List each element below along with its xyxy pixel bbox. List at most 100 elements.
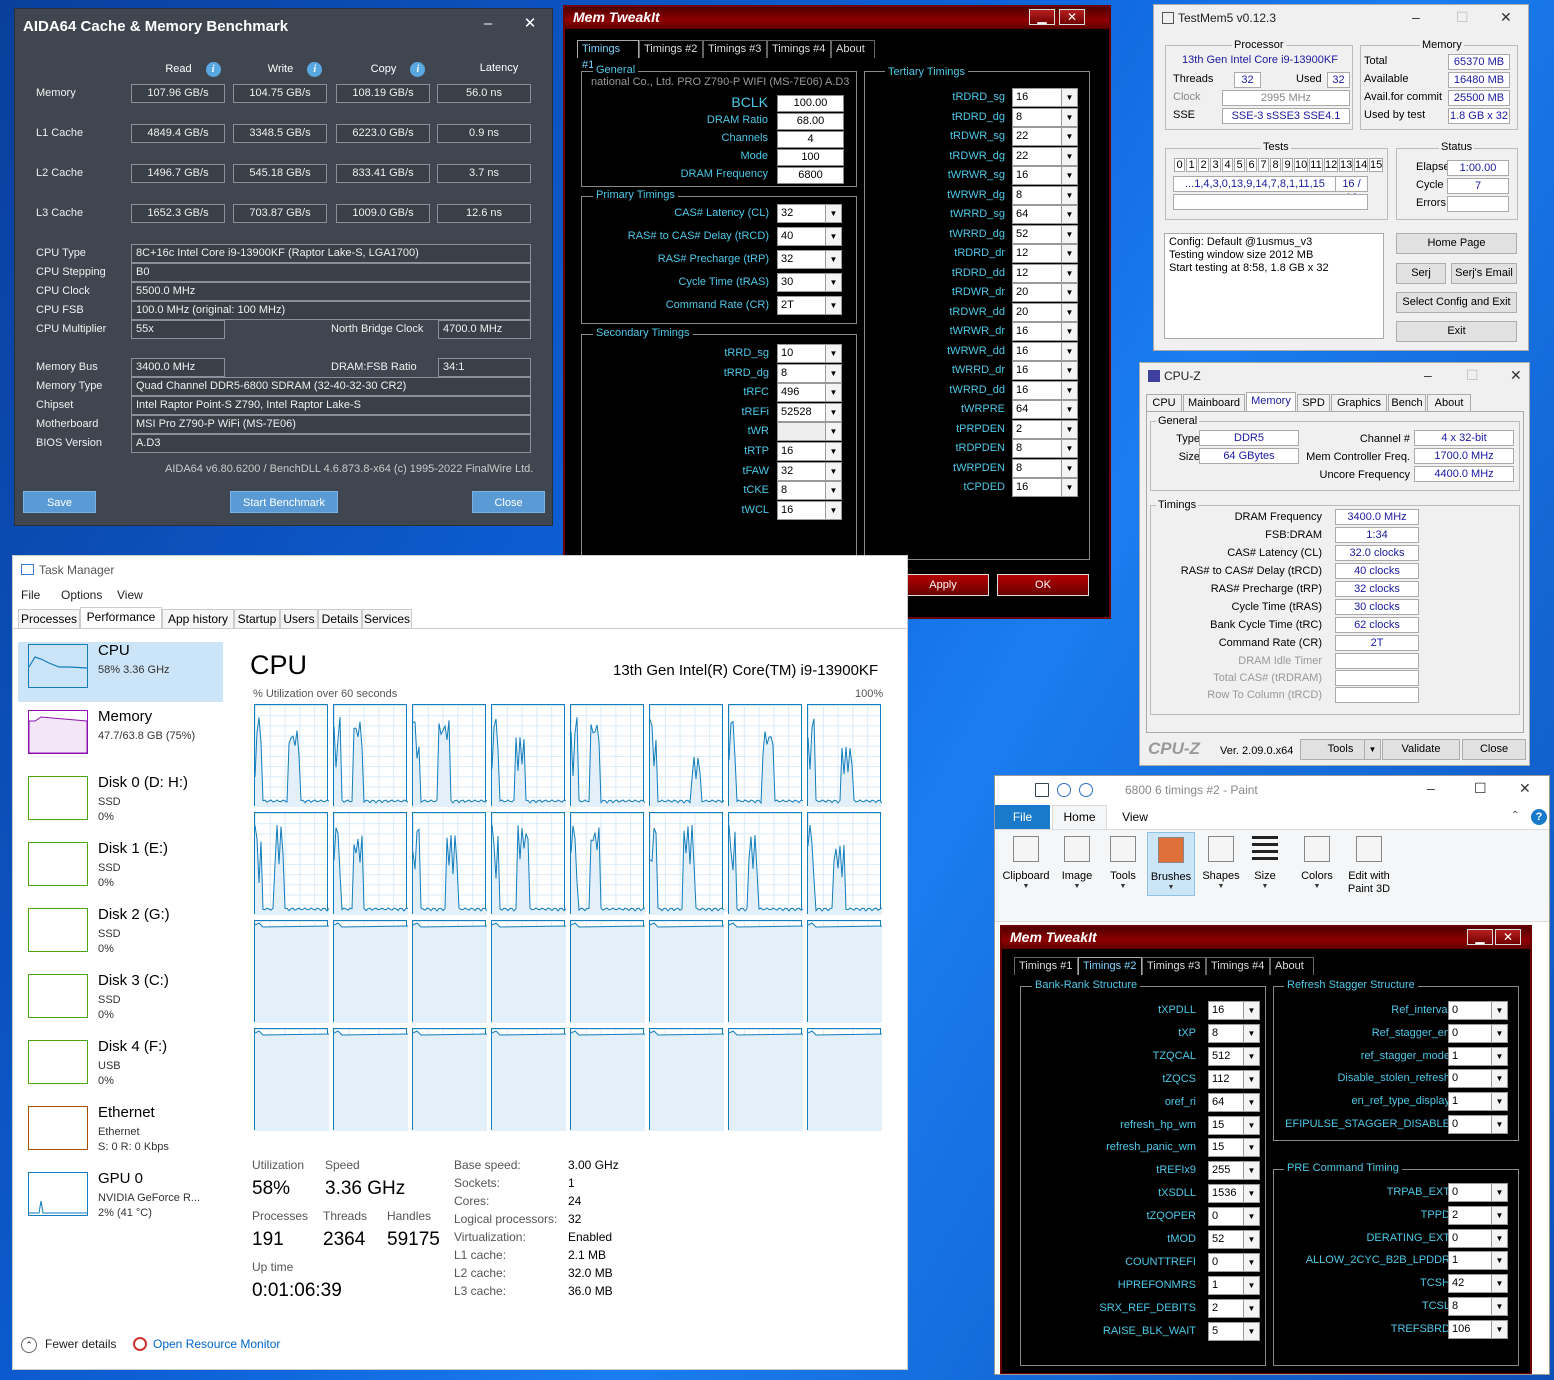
chevron-down-icon[interactable]: ▼ [1061,108,1077,126]
start-benchmark-button[interactable]: Start Benchmark [230,491,338,513]
chevron-down-icon[interactable]: ▼ [1243,1208,1259,1226]
tab-cpu[interactable]: CPU [1146,394,1182,412]
chevron-down-icon[interactable]: ▼ [1491,1229,1507,1247]
info-icon[interactable]: i [307,62,323,77]
timing-dropdown[interactable]: 2 ▼ [1448,1205,1508,1225]
sidebar-item-disk-3-c-[interactable]: Disk 3 (C:) SSD 0% [18,972,223,1032]
minimize-button[interactable]: ▁ [1029,9,1055,25]
timing-dropdown[interactable]: 32 ▼ [777,461,842,481]
tab-services[interactable]: Services [362,609,412,629]
chevron-down-icon[interactable]: ▼ [1491,1320,1507,1338]
sidebar-item-ethernet[interactable]: Ethernet Ethernet S: 0 R: 0 Kbps [18,1104,223,1164]
chevron-down-icon[interactable]: ▼ [825,403,841,421]
timing-dropdown[interactable]: 30 ▼ [777,273,842,292]
tab-timings-4[interactable]: Timings #4 [1206,957,1270,975]
chevron-down-icon[interactable]: ▼ [1491,1002,1507,1019]
tab-processes[interactable]: Processes [18,609,80,629]
chevron-down-icon[interactable]: ▼ [1061,420,1077,438]
chevron-down-icon[interactable]: ▼ [1243,1002,1259,1019]
timing-dropdown[interactable]: 8 ▼ [777,363,842,383]
sidebar-item-disk-2-g-[interactable]: Disk 2 (G:) SSD 0% [18,906,223,966]
info-icon[interactable]: i [205,62,221,77]
chevron-down-icon[interactable]: ▼ [1061,128,1077,145]
chevron-down-icon[interactable]: ▼ [1243,1139,1259,1157]
chevron-down-icon[interactable]: ▼ [1061,479,1077,496]
timing-dropdown[interactable]: 106 ▼ [1448,1319,1508,1339]
fewer-details-link[interactable]: ⌃ Fewer details [21,1337,116,1353]
timing-dropdown[interactable]: 2 ▼ [1012,419,1078,439]
timing-dropdown[interactable]: 0 ▼ [1208,1207,1260,1227]
timing-dropdown[interactable]: 255 ▼ [1208,1161,1260,1181]
timing-dropdown[interactable]: 1536 ▼ [1208,1184,1260,1204]
timing-dropdown[interactable]: 10 ▼ [777,344,842,363]
timing-dropdown[interactable]: 52 ▼ [1208,1230,1260,1249]
chevron-down-icon[interactable]: ▼ [1061,303,1077,321]
tab-startup[interactable]: Startup [234,609,280,629]
minimize-button[interactable]: ▁ [1467,929,1493,945]
chevron-down-icon[interactable]: ▼ [1243,1253,1259,1271]
minimize-button[interactable]: – [473,13,503,35]
close-button[interactable]: ✕ [1059,9,1085,25]
timing-dropdown[interactable]: 52 ▼ [1012,224,1078,244]
chevron-down-icon[interactable]: ▼ [1243,1185,1259,1203]
chevron-down-icon[interactable]: ▼ [1491,1206,1507,1224]
timing-dropdown[interactable]: 64 ▼ [1012,205,1078,224]
timing-dropdown[interactable]: 1 ▼ [1448,1046,1508,1066]
close-button-footer[interactable]: Close [1462,739,1526,760]
open-resource-monitor-link[interactable]: Open Resource Monitor [133,1337,280,1351]
chevron-down-icon[interactable]: ▼ [1061,167,1077,184]
timing-dropdown[interactable]: 0 ▼ [1448,1001,1508,1020]
chevron-down-icon[interactable]: ▼ [825,501,841,519]
timing-dropdown[interactable]: 12 ▼ [1012,263,1078,283]
timing-dropdown[interactable]: 16 ▼ [1012,380,1078,400]
timing-dropdown[interactable]: 5 ▼ [1208,1321,1260,1341]
chevron-down-icon[interactable]: ▼ [1243,1116,1259,1134]
timing-dropdown[interactable]: 22 ▼ [1012,127,1078,146]
timing-dropdown[interactable]: 40 ▼ [777,227,842,246]
tab-spd[interactable]: SPD [1297,394,1330,412]
validate-button[interactable]: Validate [1382,739,1460,760]
timing-dropdown[interactable]: 15 ▼ [1208,1115,1260,1135]
timing-dropdown[interactable]: 32 ▼ [777,204,842,223]
timing-dropdown[interactable]: 64 ▼ [1208,1092,1260,1112]
chevron-down-icon[interactable]: ▼ [825,423,841,441]
save-icon[interactable] [1035,783,1049,797]
chevron-down-icon[interactable]: ▼ [1061,245,1077,262]
tab-timings-1[interactable]: Timings #1 [577,40,639,71]
chevron-down-icon[interactable]: ▼ [1243,1322,1259,1340]
timing-dropdown[interactable]: 12 ▼ [1012,244,1078,263]
chevron-down-icon[interactable]: ▼ [1061,225,1077,243]
timing-dropdown[interactable]: 0 ▼ [1448,1069,1508,1089]
timing-dropdown[interactable]: 16 ▼ [1208,1001,1260,1020]
chevron-down-icon[interactable]: ▼ [1491,1116,1507,1133]
tab-mainboard[interactable]: Mainboard [1183,394,1245,412]
menu-options[interactable]: Options [61,588,102,602]
chevron-down-icon[interactable]: ▼ [1061,89,1077,106]
chevron-down-icon[interactable]: ▼ [825,205,841,222]
close-button[interactable]: ✕ [1495,929,1521,945]
chevron-down-icon[interactable]: ▼ [1061,362,1077,379]
timing-dropdown[interactable]: 20 ▼ [1012,302,1078,322]
serj-button[interactable]: Serj [1396,263,1446,284]
timing-dropdown[interactable]: 0 ▼ [1208,1252,1260,1272]
timing-dropdown[interactable]: 0 ▼ [1448,1228,1508,1248]
sidebar-item-memory[interactable]: Memory 47.7/63.8 GB (75%) [18,708,223,768]
ribbon-group-clipboard[interactable]: Clipboard ▼ [999,832,1053,922]
save-button[interactable]: Save [23,491,96,513]
ribbon-group-brushes[interactable]: Brushes ▼ [1147,832,1195,896]
maximize-button[interactable]: ☐ [1456,9,1469,26]
tab-performance[interactable]: Performance [80,607,162,629]
undo-icon[interactable] [1057,783,1071,797]
tab-timings-3[interactable]: Timings #3 [703,40,767,58]
timing-dropdown[interactable]: 512 ▼ [1208,1046,1260,1066]
home-tab[interactable]: Home [1052,805,1107,830]
timing-dropdown[interactable]: 1 ▼ [1448,1251,1508,1271]
chevron-down-icon[interactable]: ▼ [1061,381,1077,399]
chevron-down-icon[interactable]: ▼ [1061,147,1077,165]
tab-timings-3[interactable]: Timings #3 [1142,957,1206,975]
chevron-down-icon[interactable]: ▼ [825,274,841,291]
timing-dropdown[interactable]: 0 ▼ [1448,1115,1508,1134]
chevron-down-icon[interactable]: ▼ [1243,1299,1259,1317]
timing-dropdown[interactable]: 2 ▼ [1208,1298,1260,1318]
minimize-button[interactable]: – [1427,780,1435,796]
